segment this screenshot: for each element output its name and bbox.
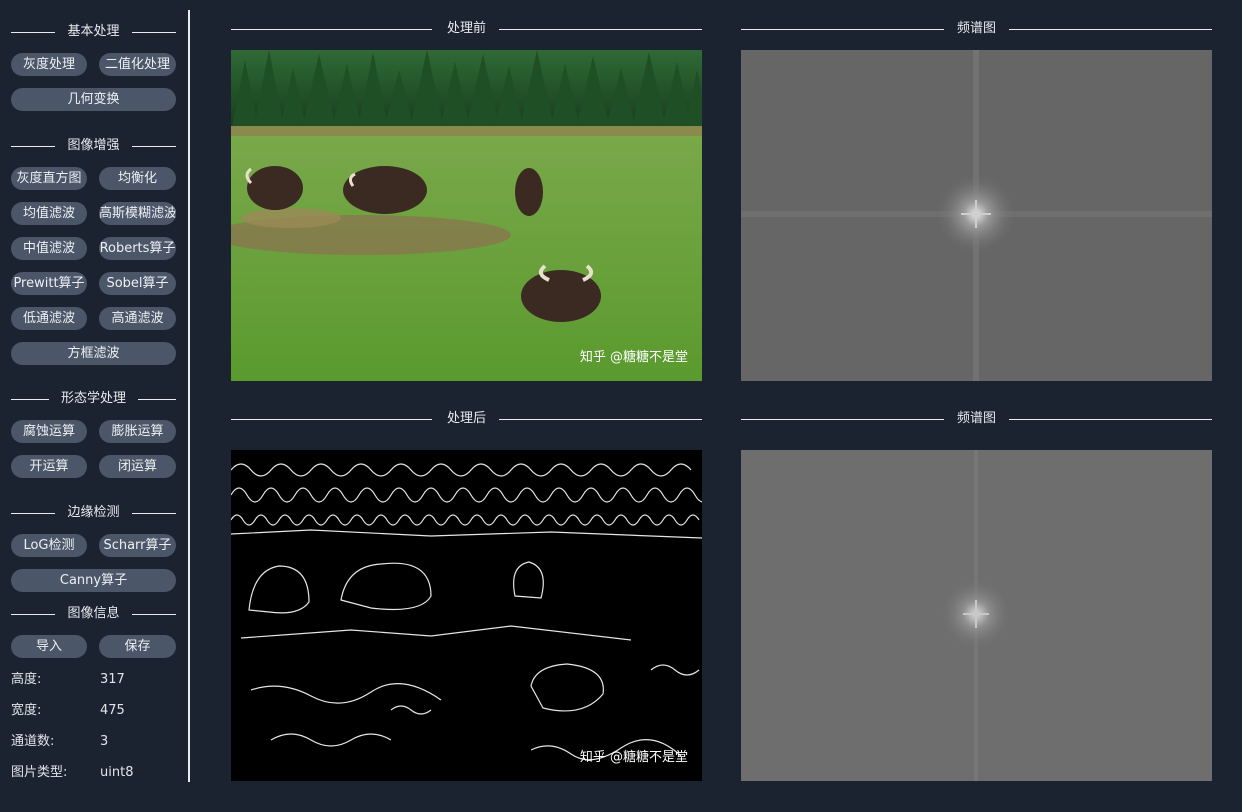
highpass-filter-button[interactable]: 高通滤波 (99, 307, 176, 330)
info-channels-row: 通道数: 3 (11, 732, 176, 752)
divider (132, 614, 176, 615)
equalize-button[interactable]: 均衡化 (99, 167, 176, 190)
info-width-label: 宽度: (11, 703, 42, 718)
section-morph-header: 形态学处理 (11, 389, 176, 409)
log-detect-button[interactable]: LoG检测 (11, 534, 87, 557)
roberts-button[interactable]: Roberts算子 (99, 237, 176, 260)
info-width-row: 宽度: 475 (11, 701, 176, 721)
binarize-button[interactable]: 二值化处理 (99, 53, 176, 76)
median-filter-button[interactable]: 中值滤波 (11, 237, 87, 260)
erode-button[interactable]: 腐蚀运算 (11, 420, 87, 443)
before-header: 处理前 (231, 19, 702, 39)
sidebar-divider (188, 10, 190, 782)
divider (1009, 29, 1212, 30)
histogram-button[interactable]: 灰度直方图 (11, 167, 87, 190)
closing-button[interactable]: 闭运算 (99, 455, 176, 478)
divider (138, 399, 176, 400)
opening-button[interactable]: 开运算 (11, 455, 87, 478)
info-channels-label: 通道数: (11, 734, 55, 749)
original-image: 知乎 @糖糖不是堂 (231, 50, 702, 381)
after-spectrum-graphic (741, 450, 1212, 781)
lowpass-filter-button[interactable]: 低通滤波 (11, 307, 87, 330)
processed-image-watermark: 知乎 @糖糖不是堂 (579, 750, 688, 765)
info-height-row: 高度: 317 (11, 670, 176, 690)
after-spectrum-image (741, 450, 1212, 781)
import-button[interactable]: 导入 (11, 635, 87, 658)
info-type-label: 图片类型: (11, 765, 68, 780)
before-spectrum-image (741, 50, 1212, 381)
divider (132, 32, 176, 33)
sidebar: 基本处理 灰度处理 二值化处理 几何变换 图像增强 灰度直方图 均衡化 均值滤波… (0, 0, 188, 812)
dilate-button[interactable]: 膨胀运算 (99, 420, 176, 443)
section-info-header: 图像信息 (11, 604, 176, 624)
geometric-transform-button[interactable]: 几何变换 (11, 88, 176, 111)
section-edge-header: 边缘检测 (11, 503, 176, 523)
processed-image-graphic (231, 463, 702, 761)
info-channels-value: 3 (100, 734, 109, 749)
box-filter-button[interactable]: 方框滤波 (11, 342, 176, 365)
processed-image: 知乎 @糖糖不是堂 (231, 450, 702, 781)
after-spectrum-header: 频谱图 (741, 409, 1212, 429)
canny-button[interactable]: Canny算子 (11, 569, 176, 592)
prewitt-button[interactable]: Prewitt算子 (11, 272, 87, 295)
divider (132, 146, 176, 147)
save-button[interactable]: 保存 (99, 635, 176, 658)
gaussian-blur-button[interactable]: 高斯模糊滤波 (99, 202, 176, 225)
scharr-button[interactable]: Scharr算子 (99, 534, 176, 557)
before-spectrum-graphic (741, 50, 1212, 381)
divider (1009, 419, 1212, 420)
section-basic-header: 基本处理 (11, 22, 176, 42)
sobel-button[interactable]: Sobel算子 (99, 272, 176, 295)
image-watermark: 知乎 @糖糖不是堂 (579, 350, 688, 365)
info-type-row: 图片类型: uint8 (11, 763, 176, 783)
grayscale-button[interactable]: 灰度处理 (11, 53, 87, 76)
divider (499, 29, 702, 30)
before-spectrum-header: 频谱图 (741, 19, 1212, 39)
original-image-graphic (231, 50, 702, 381)
info-height-label: 高度: (11, 672, 42, 687)
divider (499, 419, 702, 420)
info-width-value: 475 (100, 703, 125, 718)
info-height-value: 317 (100, 672, 125, 687)
after-header: 处理后 (231, 409, 702, 429)
mean-filter-button[interactable]: 均值滤波 (11, 202, 87, 225)
section-enhance-header: 图像增强 (11, 136, 176, 156)
divider (132, 513, 176, 514)
info-type-value: uint8 (100, 765, 134, 780)
